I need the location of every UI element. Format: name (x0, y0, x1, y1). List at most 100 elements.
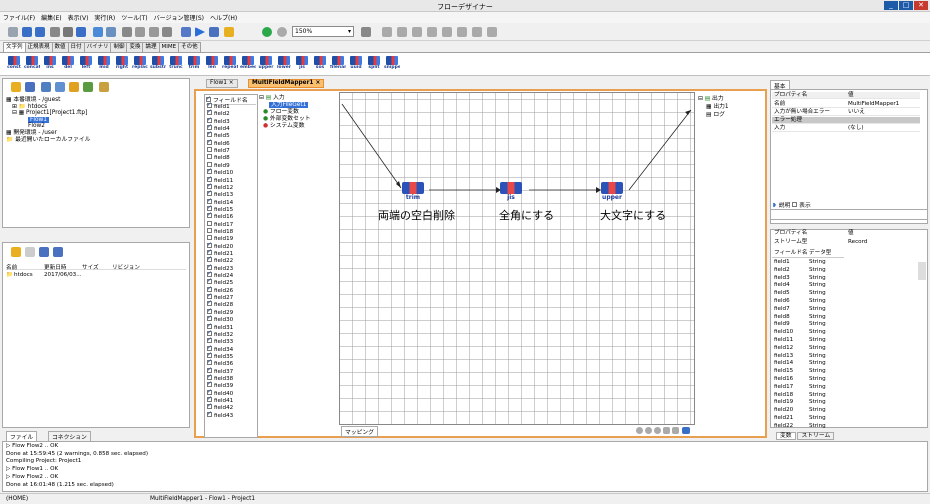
overview-icon[interactable] (682, 427, 690, 434)
field-row[interactable]: field43 (207, 410, 257, 420)
field-checkbox[interactable] (207, 161, 212, 167)
tab-other[interactable]: その他 (178, 42, 201, 52)
field-row[interactable]: field40 (207, 388, 257, 398)
field-checkbox[interactable] (207, 373, 212, 380)
node-upper[interactable]: upper (597, 182, 627, 201)
field-checkbox[interactable] (207, 255, 212, 263)
tab-convert[interactable]: 変換 (126, 42, 144, 52)
field-checkbox[interactable] (207, 263, 212, 270)
field-row[interactable]: field39 (207, 380, 257, 390)
upload-icon[interactable] (39, 247, 49, 257)
field-row[interactable]: field22 (207, 255, 257, 265)
palette-trunc[interactable]: trunc (168, 56, 184, 71)
palette-embed[interactable]: embed (240, 56, 256, 71)
flow-icon[interactable] (55, 82, 65, 92)
field-row[interactable]: field35 (207, 351, 257, 361)
output-1[interactable]: ▦ 出力1 (698, 103, 764, 111)
undo-icon[interactable] (106, 27, 116, 37)
delete-icon[interactable] (162, 27, 172, 37)
zoom2-icon[interactable] (645, 427, 652, 434)
field-row[interactable]: field14 (207, 197, 257, 207)
cut-icon[interactable] (122, 27, 132, 37)
tab-mapper[interactable]: MultiFieldMapper1 × (248, 79, 325, 88)
field-row[interactable]: field12 (207, 182, 257, 192)
field-row[interactable]: field6 (207, 138, 257, 148)
show-checkbox[interactable] (792, 202, 798, 207)
node-jis[interactable]: jis (496, 182, 526, 201)
field-checkbox[interactable] (207, 299, 212, 307)
tab-control[interactable]: 制御 (110, 42, 128, 52)
palette-del[interactable]: del (60, 56, 76, 71)
tree-node-flow2[interactable]: Flow2 (6, 123, 90, 130)
stream-field-row[interactable]: field8 String (772, 314, 844, 322)
stream-field-row[interactable]: field2 String (772, 267, 844, 275)
field-checkbox[interactable] (207, 388, 212, 395)
field-checkbox[interactable] (207, 108, 212, 116)
field-checkbox[interactable] (207, 147, 212, 153)
close-button[interactable]: ✕ (914, 1, 928, 10)
tab-logic[interactable]: 論理 (142, 42, 160, 52)
compile-icon[interactable] (181, 27, 191, 37)
field-checkbox[interactable] (207, 175, 212, 182)
stream-field-row[interactable]: field21 String (772, 415, 844, 423)
field-checkbox[interactable] (207, 322, 212, 329)
stream-field-row[interactable]: field18 String (772, 392, 844, 400)
tab-date[interactable]: 日付 (67, 42, 85, 52)
menu-tools[interactable]: ツール(T) (118, 12, 150, 23)
align5-icon[interactable] (442, 27, 452, 37)
refresh-icon[interactable] (262, 27, 272, 37)
palette-jis[interactable]: jis (294, 56, 310, 71)
tab-string[interactable]: 文字列 (3, 42, 26, 52)
tree-node-flow1[interactable]: Flow1 (6, 116, 90, 124)
field-row[interactable]: field25 (207, 277, 257, 287)
field-row[interactable]: field37 (207, 366, 257, 376)
field-checkbox[interactable] (207, 307, 212, 314)
new-icon[interactable] (8, 27, 18, 37)
field-checkbox[interactable] (207, 402, 212, 410)
palette-const[interactable]: const (6, 56, 22, 71)
field-row[interactable]: field10 (207, 167, 257, 177)
field-row[interactable]: field11 (207, 175, 257, 185)
field-checkbox[interactable] (207, 285, 212, 292)
debug-icon[interactable] (209, 27, 219, 37)
palette-upper[interactable]: upper (258, 56, 274, 71)
field-checkbox[interactable] (207, 138, 212, 145)
external-variables[interactable]: ● 外部変数セット (259, 116, 337, 123)
field-row[interactable]: field36 (207, 358, 257, 368)
palette-mid[interactable]: mid (96, 56, 112, 71)
palette-lower[interactable]: lower (276, 56, 292, 71)
new-file-icon[interactable] (25, 247, 35, 257)
field-row[interactable]: field41 (207, 395, 257, 405)
field-checkbox[interactable] (207, 197, 212, 204)
stream-field-row[interactable]: field20 String (772, 407, 844, 415)
palette-split[interactable]: split (366, 56, 382, 71)
align8-icon[interactable] (487, 27, 497, 37)
stream-field-row[interactable]: field16 String (772, 376, 844, 384)
stream-field-row[interactable]: field10 String (772, 329, 844, 337)
align6-icon[interactable] (457, 27, 467, 37)
field-checkbox[interactable] (207, 182, 212, 189)
palette-repeat[interactable]: repeat (222, 56, 238, 71)
field-row[interactable]: field18 (207, 227, 257, 236)
star-icon[interactable] (69, 82, 79, 92)
field-checkbox[interactable] (207, 292, 212, 300)
zoom-icon[interactable] (636, 427, 643, 434)
palette-sos[interactable]: sos (312, 56, 328, 71)
field-checkbox[interactable] (207, 336, 212, 344)
stream-field-row[interactable]: field13 String (772, 353, 844, 361)
field-checkbox[interactable] (207, 241, 212, 248)
tab-regex[interactable]: 正規表現 (24, 42, 53, 52)
field-checkbox[interactable] (207, 211, 212, 219)
field-row[interactable]: field33 (207, 336, 257, 346)
tab-flow1[interactable]: Flow1 × (206, 79, 238, 88)
wand-icon[interactable] (224, 27, 234, 37)
field-checkbox[interactable] (207, 395, 212, 402)
field-checkbox[interactable] (207, 277, 212, 285)
system-variables[interactable]: ● システム変数 (259, 123, 337, 130)
field-row[interactable]: field2 (207, 108, 257, 118)
field-checkbox[interactable] (207, 366, 212, 373)
field-row[interactable]: field7 (207, 147, 257, 155)
input-root[interactable]: ⊟ ▤ 入力 (259, 95, 337, 102)
tab-variables[interactable]: 変数 (776, 432, 796, 440)
field-row[interactable]: field38 (207, 373, 257, 383)
